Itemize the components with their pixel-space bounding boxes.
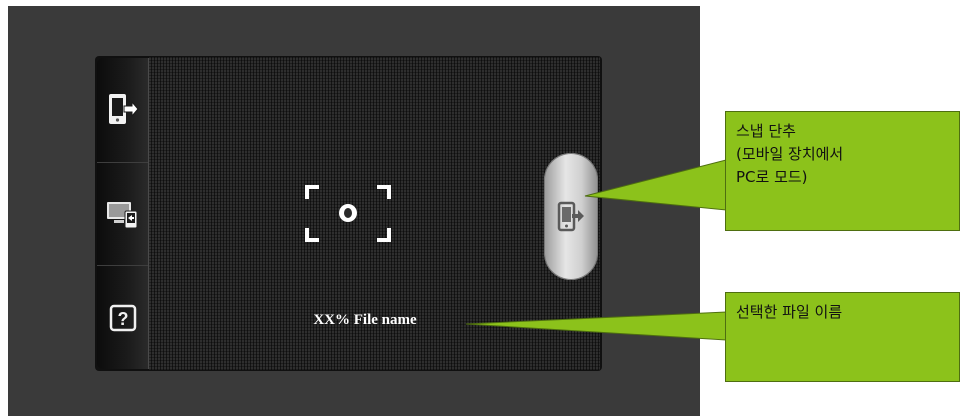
file-callout-pointer [465,311,727,341]
snap-callout-pointer [584,159,727,211]
selected-file-callout: 선택한 파일 이름 [725,292,960,382]
snap-shortcut-callout: 스냅 단추 (모바일 장치에서 PC로 모드) [725,111,960,231]
